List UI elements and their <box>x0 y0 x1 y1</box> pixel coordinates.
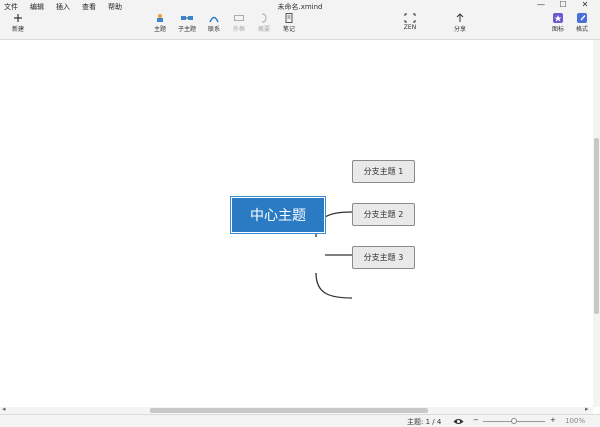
zoom-in-button[interactable]: + <box>550 416 556 424</box>
vertical-scroll-thumb[interactable] <box>594 138 599 314</box>
note-icon <box>285 13 293 23</box>
zen-button[interactable]: ZEN <box>398 13 422 31</box>
horizontal-scroll-thumb[interactable] <box>150 408 428 413</box>
share-label: 分享 <box>453 26 466 33</box>
note-label: 笔记 <box>282 26 295 33</box>
maximize-button[interactable]: ☐ <box>556 0 570 9</box>
star-icon <box>553 13 563 23</box>
share-button[interactable]: 分享 <box>448 13 472 33</box>
format-button[interactable]: 格式 <box>570 13 594 33</box>
note-button[interactable]: 笔记 <box>277 13 301 33</box>
new-icon <box>14 14 22 22</box>
title-bar: 文件 编辑 插入 查看 帮助 未命名.xmind — ☐ ✕ 新建 主题 子主题… <box>0 0 600 40</box>
topic-count: 主题: 1 / 4 <box>407 418 442 426</box>
new-label: 新建 <box>11 26 24 33</box>
zoom-slider-thumb[interactable] <box>511 418 517 424</box>
subtopic-icon <box>181 16 193 20</box>
boundary-label: 外框 <box>232 26 245 33</box>
icon-panel-button[interactable]: 图标 <box>546 13 570 33</box>
vertical-scrollbar[interactable] <box>593 40 600 407</box>
fullscreen-icon <box>404 13 416 23</box>
horizontal-scrollbar[interactable]: ◂ ▸ <box>0 405 593 414</box>
summary-button[interactable]: 概要 <box>252 13 276 33</box>
branch-topic-1[interactable]: 分支主题 1 <box>352 160 415 183</box>
subtopic-button[interactable]: 子主题 <box>175 13 199 33</box>
brush-icon <box>577 13 587 23</box>
relationship-label: 联系 <box>207 26 220 33</box>
close-button[interactable]: ✕ <box>578 0 592 9</box>
scroll-left-arrow-icon[interactable]: ◂ <box>2 405 6 413</box>
status-bar: 主题: 1 / 4 − + 100% <box>0 414 600 427</box>
boundary-button[interactable]: 外框 <box>227 13 251 33</box>
share-icon <box>456 13 464 22</box>
boundary-icon <box>234 15 244 21</box>
summary-label: 概要 <box>257 26 270 33</box>
new-button[interactable]: 新建 <box>6 13 30 33</box>
format-label: 格式 <box>575 26 588 33</box>
minimize-button[interactable]: — <box>534 0 548 9</box>
relationship-button[interactable]: 联系 <box>202 13 226 33</box>
zen-label: ZEN <box>403 24 417 31</box>
zoom-slider[interactable] <box>483 418 545 424</box>
central-topic[interactable]: 中心主题 <box>230 196 326 234</box>
zoom-level: 100% <box>565 417 586 425</box>
eye-icon[interactable] <box>453 418 464 425</box>
relationship-icon <box>209 16 219 23</box>
branch-topic-2[interactable]: 分支主题 2 <box>352 203 415 226</box>
branch-topic-3[interactable]: 分支主题 3 <box>352 246 415 269</box>
scroll-right-arrow-icon[interactable]: ▸ <box>585 405 589 413</box>
topic-icon <box>157 14 163 22</box>
connector-branch-3 <box>315 272 353 299</box>
subtopic-label: 子主题 <box>177 26 196 33</box>
zoom-out-button[interactable]: − <box>473 416 479 424</box>
document-title: 未命名.xmind <box>277 3 323 11</box>
topic-button[interactable]: 主题 <box>148 13 172 33</box>
topic-label: 主题 <box>153 26 166 33</box>
summary-icon <box>261 13 267 23</box>
icon-panel-label: 图标 <box>551 26 564 33</box>
